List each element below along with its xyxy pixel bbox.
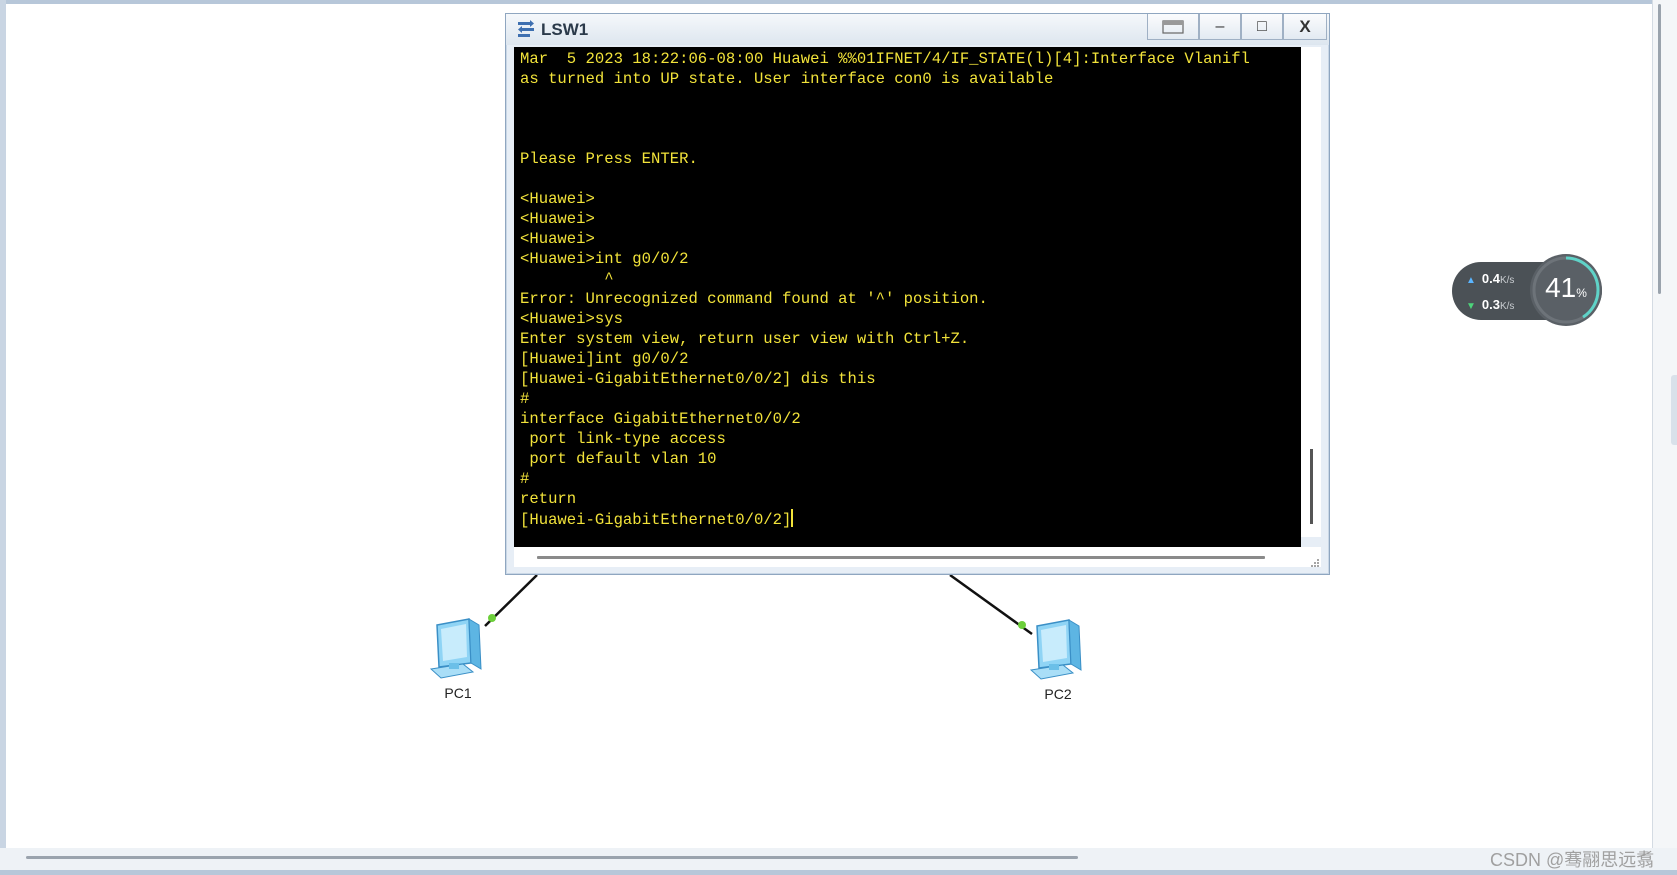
terminal-lines: Mar 5 2023 18:22:06-08:00 Huawei %%01IFN…: [520, 49, 1250, 530]
terminal-line: port link-type access: [520, 430, 726, 448]
device-label: PC2: [1044, 686, 1072, 702]
terminal-line: <Huawei>sys: [520, 310, 623, 328]
close-button[interactable]: X: [1283, 14, 1327, 40]
terminal-line: as turned into UP state. User interface …: [520, 70, 1054, 88]
terminal-line: <Huawei>: [520, 210, 595, 228]
close-icon: X: [1299, 16, 1311, 36]
terminal-vertical-scroll-thumb[interactable]: [1310, 449, 1313, 524]
terminal-line: [Huawei-GigabitEthernet0/0/2]: [520, 511, 792, 529]
terminal-cursor: [791, 509, 794, 527]
usage-percentage: 41%: [1545, 272, 1587, 303]
terminal-line: <Huawei>int g0/0/2: [520, 250, 689, 268]
pin-icon: [1162, 19, 1184, 34]
upload-arrow-icon: ▲: [1466, 275, 1476, 286]
resize-grip-icon[interactable]: [1308, 556, 1320, 568]
pin-button[interactable]: [1147, 14, 1199, 40]
device-label: PC1: [444, 685, 472, 701]
terminal-line: <Huawei>: [520, 230, 595, 248]
minimize-button[interactable]: –: [1199, 14, 1241, 40]
download-speed: ▼ 0.3K/s: [1466, 297, 1515, 312]
download-arrow-icon: ▼: [1466, 301, 1476, 312]
terminal-line: Please Press ENTER.: [520, 150, 698, 168]
console-window-lsw1[interactable]: LSW1 – □ X Mar 5 2023 18:22:06-08:00 Hua…: [505, 13, 1330, 575]
maximize-button[interactable]: □: [1241, 14, 1283, 40]
device-pc2[interactable]: PC2: [1018, 618, 1098, 702]
device-pc1[interactable]: PC1: [418, 617, 498, 701]
terminal-line: return: [520, 490, 577, 508]
pc-icon: [1029, 619, 1082, 680]
switch-icon: [518, 20, 534, 37]
watermark: CSDN @骞翮思远翥: [1490, 850, 1655, 870]
terminal-line: <Huawei>: [520, 190, 595, 208]
terminal-line: #: [520, 390, 530, 408]
terminal-line: [Huawei-GigabitEthernet0/0/2] dis this: [520, 370, 876, 388]
terminal-output[interactable]: Mar 5 2023 18:22:06-08:00 Huawei %%01IFN…: [514, 47, 1301, 547]
pc-icon: [429, 618, 482, 679]
terminal-line: #: [520, 470, 530, 488]
terminal-line: interface GigabitEthernet0/0/2: [520, 410, 801, 428]
window-title: LSW1: [541, 20, 589, 39]
terminal-line: ^: [520, 270, 614, 288]
minimize-icon: –: [1215, 17, 1225, 35]
maximize-icon: □: [1257, 17, 1267, 35]
terminal-horizontal-scroll-thumb[interactable]: [537, 556, 1265, 559]
terminal-line: Enter system view, return user view with…: [520, 330, 970, 348]
terminal-line: port default vlan 10: [520, 450, 717, 468]
terminal-line: Error: Unrecognized command found at '^'…: [520, 290, 988, 308]
window-titlebar[interactable]: LSW1 – □ X: [506, 14, 1329, 45]
terminal-line: [Huawei]int g0/0/2: [520, 350, 689, 368]
terminal-line: Mar 5 2023 18:22:06-08:00 Huawei %%01IFN…: [520, 50, 1250, 68]
upload-speed: ▲ 0.4K/s: [1466, 271, 1515, 286]
